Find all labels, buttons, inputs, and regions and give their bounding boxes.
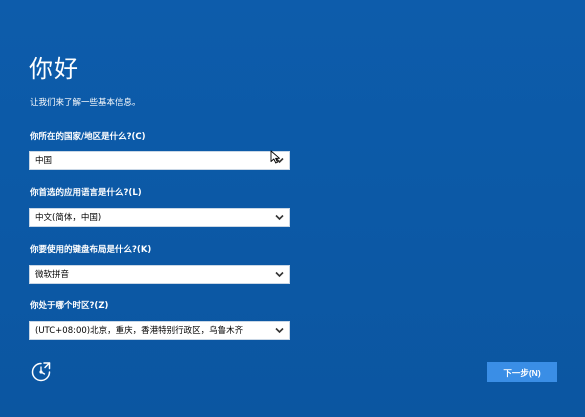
- chevron-down-icon: [275, 271, 284, 278]
- chevron-down-icon: [275, 327, 284, 334]
- next-button[interactable]: 下一步(N): [487, 362, 557, 382]
- timezone-select[interactable]: (UTC+08:00)北京，重庆，香港特别行政区，乌鲁木齐: [29, 321, 290, 340]
- keyboard-value: 微软拼音: [35, 270, 70, 280]
- chevron-down-icon: [275, 214, 284, 221]
- setup-screen: 你好 让我们来了解一些基本信息。 你所在的国家/地区是什么?(C) 中国 你首选…: [0, 0, 585, 417]
- mouse-cursor-icon: [270, 150, 280, 164]
- ease-of-access-icon[interactable]: [30, 361, 52, 383]
- timezone-value: (UTC+08:00)北京，重庆，香港特别行政区，乌鲁木齐: [35, 326, 244, 336]
- country-select[interactable]: 中国: [29, 151, 290, 170]
- timezone-label: 你处于哪个时区?(Z): [30, 301, 109, 311]
- country-label: 你所在的国家/地区是什么?(C): [30, 132, 146, 142]
- language-value: 中文(简体，中国): [35, 213, 102, 223]
- keyboard-label: 你要使用的键盘布局是什么?(K): [30, 245, 152, 255]
- page-subtitle: 让我们来了解一些基本信息。: [30, 98, 141, 108]
- keyboard-select[interactable]: 微软拼音: [29, 265, 290, 284]
- language-select[interactable]: 中文(简体，中国): [29, 208, 290, 227]
- country-value: 中国: [35, 156, 53, 166]
- page-title: 你好: [29, 55, 79, 83]
- language-label: 你首选的应用语言是什么?(L): [30, 188, 142, 198]
